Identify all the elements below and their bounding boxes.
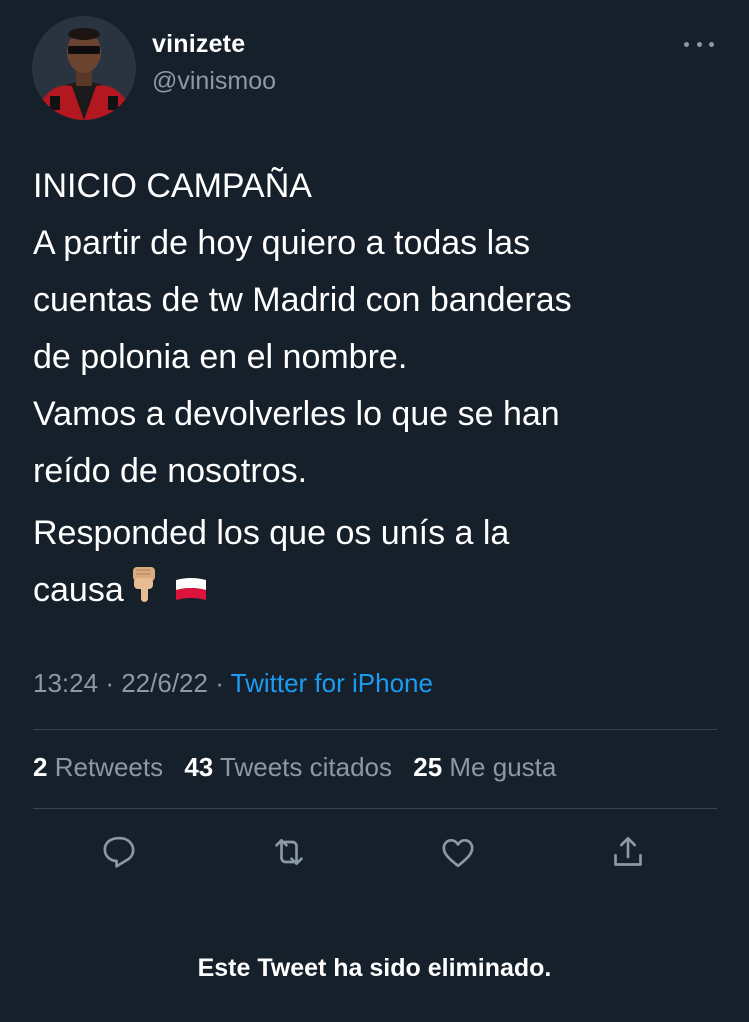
likes-label: Me gusta <box>449 752 557 782</box>
tweet-line: Vamos a devolverles lo que se han <box>33 395 560 433</box>
tweet-date: 22/6/22 <box>121 668 208 698</box>
tweet-line: causa <box>33 571 124 609</box>
tweet-line: Responded los que os unís a la <box>33 514 510 552</box>
quote-tweets-label: Tweets citados <box>220 752 392 782</box>
divider <box>33 808 717 809</box>
user-handle[interactable]: @vinismoo <box>152 67 276 96</box>
tweet-stats: 2 Retweets 43 Tweets citados 25 Me gusta <box>33 752 570 783</box>
tweet-time: 13:24 <box>33 668 99 698</box>
likes-count: 25 <box>413 752 443 782</box>
tweet-line: A partir de hoy quiero a todas las <box>33 224 531 262</box>
avatar[interactable] <box>32 16 136 120</box>
tweet-meta: 13:24 · 22/6/22 · Twitter for iPhone <box>33 668 433 699</box>
retweets-label: Retweets <box>54 752 164 782</box>
meta-separator: · <box>105 668 114 698</box>
meta-separator: · <box>215 668 224 698</box>
like-icon <box>442 839 474 868</box>
tweet-actions <box>0 830 749 880</box>
reply-button[interactable] <box>97 830 141 874</box>
display-name[interactable]: vinizete <box>152 30 245 59</box>
dot <box>684 41 689 47</box>
more-options-icon[interactable] <box>684 40 714 48</box>
deleted-notice: Este Tweet ha sido eliminado. <box>197 954 552 982</box>
tweet-source-link[interactable]: Twitter for iPhone <box>231 668 433 698</box>
dot <box>709 41 714 47</box>
retweets-count: 2 <box>33 752 48 782</box>
retweet-icon <box>275 839 303 865</box>
share-icon <box>614 837 642 866</box>
reply-icon <box>103 836 135 868</box>
tweet-paragraph-2: Responded los que os unís a la causa <box>33 505 723 621</box>
tweet-paragraph-1: INICIO CAMPAÑA A partir de hoy quiero a … <box>33 158 723 500</box>
quote-tweets-stat[interactable]: 43 Tweets citados <box>184 752 392 782</box>
retweets-stat[interactable]: 2 Retweets <box>33 752 163 782</box>
dot <box>696 41 702 47</box>
tweet-line: de polonia en el nombre. <box>33 338 408 376</box>
tweet-line: reído de nosotros. <box>33 452 308 490</box>
divider <box>33 729 717 730</box>
flag-poland-icon <box>174 564 208 621</box>
backhand-index-pointing-down-icon <box>130 564 162 621</box>
tweet-text: INICIO CAMPAÑA A partir de hoy quiero a … <box>33 158 723 621</box>
likes-stat[interactable]: 25 Me gusta <box>413 752 556 782</box>
tweet-line-with-emoji: causa <box>33 562 723 621</box>
tweet-header: vinizete @vinismoo <box>0 0 749 130</box>
quote-tweets-count: 43 <box>184 752 214 782</box>
tweet-line: cuentas de tw Madrid con banderas <box>33 281 572 319</box>
like-button[interactable] <box>436 830 480 874</box>
share-button[interactable] <box>606 830 650 874</box>
tweet-line: INICIO CAMPAÑA <box>33 167 312 205</box>
retweet-button[interactable] <box>267 830 311 874</box>
avatar-photo <box>32 16 136 120</box>
